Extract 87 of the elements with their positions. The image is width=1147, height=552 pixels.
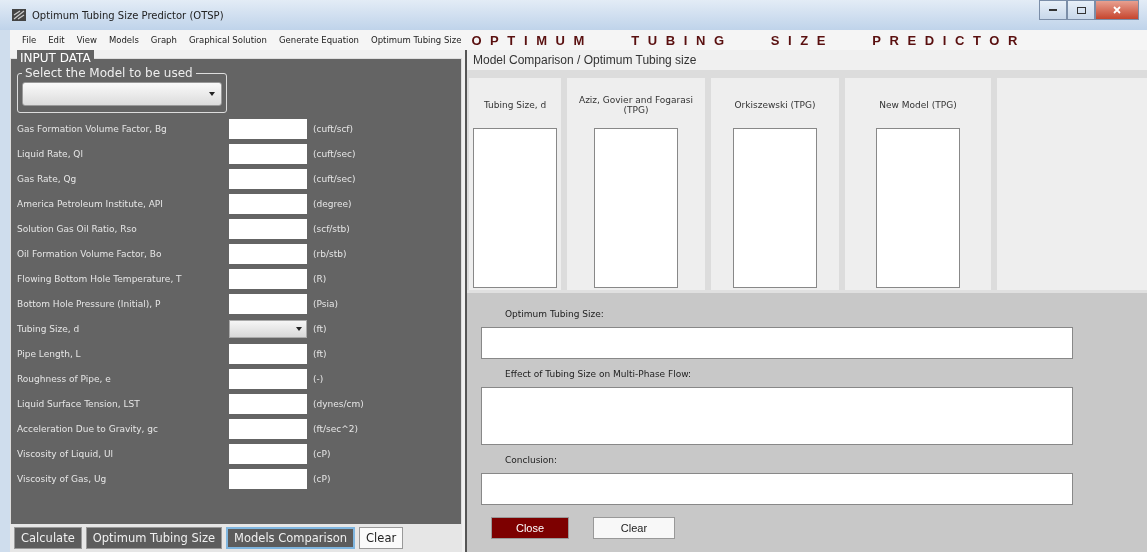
result-list[interactable]: [733, 128, 817, 288]
field-label: Pipe Length, L: [17, 349, 82, 359]
field-label: Oil Formation Volume Factor, Bo: [17, 249, 163, 259]
menu-item[interactable]: Edit: [42, 35, 71, 45]
group-legend: Select the Model to be used: [22, 66, 196, 80]
menu-item[interactable]: Graphical Solution: [182, 35, 273, 45]
field-label: Liquid Surface Tension, LST: [17, 399, 141, 409]
unit-label: (cuft/sec): [313, 174, 357, 184]
unit-label: (Psia): [313, 299, 339, 309]
unit-label: (cuft/scf): [313, 124, 355, 134]
input-field[interactable]: [229, 394, 307, 414]
menu-item[interactable]: Optimum Tubing Size: [364, 35, 468, 45]
minimize-button[interactable]: [1039, 0, 1067, 20]
input-field[interactable]: [229, 469, 307, 489]
unit-label: (cP): [313, 449, 332, 459]
input-field[interactable]: [229, 169, 307, 189]
action-button[interactable]: Models Comparison: [226, 527, 356, 549]
model-dropdown[interactable]: [22, 82, 222, 106]
input-field[interactable]: [229, 194, 307, 214]
maximize-button[interactable]: [1067, 0, 1095, 20]
unit-label: (ft): [313, 324, 328, 334]
result-label: Effect of Tubing Size on Multi-Phase Flow:: [505, 369, 693, 379]
menu-item[interactable]: File: [16, 35, 43, 45]
field-label: Tubing Size, d: [17, 324, 81, 334]
dropdown-arrow-icon: [296, 327, 302, 331]
input-field[interactable]: [229, 144, 307, 164]
unit-label: (rb/stb): [313, 249, 348, 259]
unit-label: (scf/stb): [313, 224, 351, 234]
input-field[interactable]: [229, 444, 307, 464]
close-icon: [1113, 6, 1121, 14]
field-label: Gas Formation Volume Factor, Bg: [17, 124, 168, 134]
action-button[interactable]: Calculate: [14, 527, 82, 549]
input-field[interactable]: [229, 119, 307, 139]
input-field[interactable]: [229, 419, 307, 439]
column-header: Aziz, Govier and Fogarasi (TPG): [578, 94, 694, 117]
menu-item[interactable]: Generate Equation: [272, 35, 365, 45]
app-title: OPTIMUM TUBING SIZE PREDICTOR: [471, 32, 1027, 48]
field-label: Roughness of Pipe, e: [17, 374, 112, 384]
result-box[interactable]: [481, 473, 1073, 505]
field-label: Liquid Rate, Ql: [17, 149, 84, 159]
menu-item[interactable]: Models: [102, 35, 145, 45]
column-header: Orkiszewski (TPG): [734, 99, 816, 112]
field-label: Flowing Bottom Hole Temperature, T: [17, 274, 183, 284]
column-header: New Model (TPG): [879, 99, 957, 112]
result-list[interactable]: [876, 128, 960, 288]
unit-label: (R): [313, 274, 328, 284]
field-label: Gas Rate, Qg: [17, 174, 78, 184]
input-field[interactable]: [229, 244, 307, 264]
menu-item[interactable]: View: [70, 35, 103, 45]
close-button[interactable]: [1095, 0, 1139, 20]
result-box[interactable]: [481, 327, 1073, 359]
section-heading: Model Comparison / Optimum Tubing size: [472, 52, 698, 69]
field-label: Bottom Hole Pressure (Initial), P: [17, 299, 162, 309]
dropdown-arrow-icon: [209, 92, 215, 96]
field-label: Viscosity of Gas, Ug: [17, 474, 108, 484]
field-label: Solution Gas Oil Ratio, Rso: [17, 224, 138, 234]
action-button[interactable]: Optimum Tubing Size: [85, 527, 223, 549]
unit-label: (ft): [313, 349, 328, 359]
input-field[interactable]: [229, 269, 307, 289]
menu-item[interactable]: Graph: [144, 35, 183, 45]
result-label: Optimum Tubing Size:: [505, 309, 605, 319]
dropdown-field[interactable]: [229, 320, 307, 338]
unit-label: (dynes/cm): [313, 399, 365, 409]
action-button[interactable]: Clear: [359, 527, 404, 549]
result-list[interactable]: [594, 128, 678, 288]
app-icon: [12, 9, 26, 21]
input-field[interactable]: [229, 344, 307, 364]
window-title: Optimum Tubing Size Predictor (OTSP): [32, 9, 224, 21]
input-field[interactable]: [229, 369, 307, 389]
result-list[interactable]: [473, 128, 557, 288]
result-label: Conclusion:: [505, 455, 559, 465]
field-label: Acceleration Due to Gravity, gc: [17, 424, 159, 434]
unit-label: (-): [313, 374, 325, 384]
clear-button[interactable]: Clear: [593, 517, 675, 539]
minimize-icon: [1049, 9, 1057, 11]
input-field[interactable]: [229, 219, 307, 239]
unit-label: (ft/sec^2): [313, 424, 360, 434]
unit-label: (cP): [313, 474, 332, 484]
unit-label: (cuft/sec): [313, 149, 357, 159]
input-field[interactable]: [229, 294, 307, 314]
unit-label: (degree): [313, 199, 353, 209]
column-header: Tubing Size, d: [483, 99, 547, 112]
close-button[interactable]: Close: [491, 517, 569, 539]
field-label: America Petroleum Institute, API: [17, 199, 164, 209]
field-label: Viscosity of Liquid, Ul: [17, 449, 114, 459]
maximize-icon: [1076, 6, 1086, 14]
result-box[interactable]: [481, 387, 1073, 445]
